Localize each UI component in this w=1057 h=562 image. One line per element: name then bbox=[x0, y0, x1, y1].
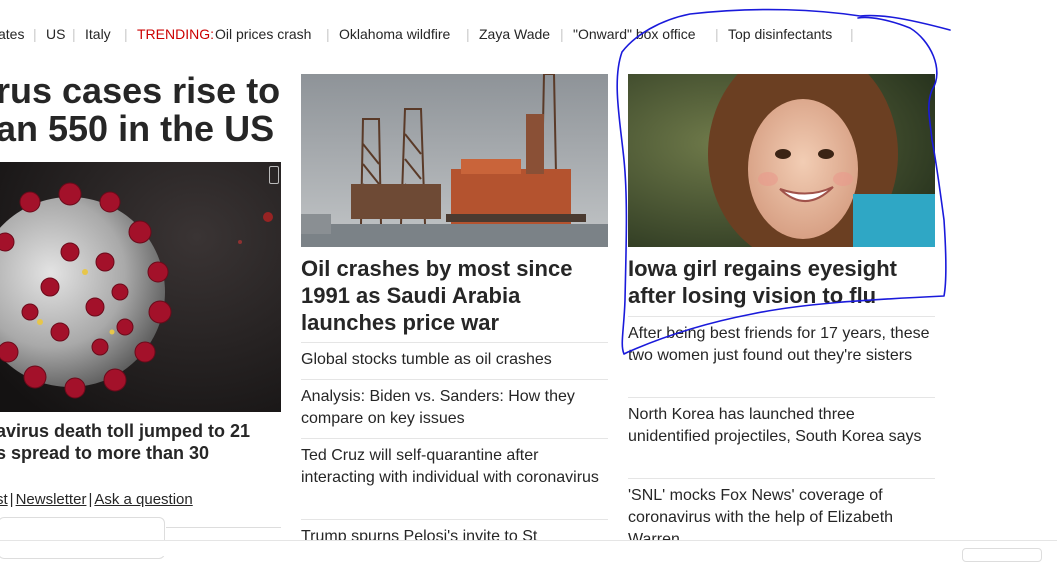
list-item[interactable]: Ted Cruz will self-quarantine after inte… bbox=[301, 438, 608, 489]
trending-item[interactable]: US bbox=[46, 26, 65, 42]
right-headline[interactable]: Iowa girl regains eyesight after losing … bbox=[628, 255, 928, 309]
middle-headline[interactable]: Oil crashes by most since 1991 as Saudi … bbox=[301, 255, 601, 336]
link-ask-a-question[interactable]: Ask a question bbox=[94, 491, 192, 508]
list-item[interactable]: Analysis: Biden vs. Sanders: How they co… bbox=[301, 379, 608, 430]
trending-item[interactable]: Top disinfectants bbox=[728, 26, 832, 42]
trending-item[interactable]: Italy bbox=[85, 26, 111, 42]
list-item[interactable]: North Korea has launched three unidentif… bbox=[628, 397, 935, 448]
oil-rig-illustration bbox=[301, 74, 608, 247]
separator: | bbox=[850, 26, 854, 42]
link-st[interactable]: st bbox=[0, 491, 8, 508]
lead-links: st|Newsletter|Ask a question bbox=[0, 491, 193, 508]
separator: | bbox=[715, 26, 719, 42]
list-item[interactable]: Global stocks tumble as oil crashes bbox=[301, 342, 608, 371]
lead-caption-line: avirus death toll jumped to 21 bbox=[0, 421, 251, 441]
separator: | bbox=[326, 26, 330, 42]
girl-illustration bbox=[628, 74, 935, 247]
bottom-button[interactable] bbox=[962, 548, 1042, 562]
trending-item[interactable]: ates bbox=[0, 26, 24, 42]
lead-headline-line: rus cases rise to bbox=[0, 70, 281, 111]
coronavirus-illustration bbox=[0, 162, 281, 412]
trending-bar: ates | US | Italy | TRENDING: Oil prices… bbox=[0, 24, 1057, 46]
separator: | bbox=[72, 26, 76, 42]
separator: | bbox=[33, 26, 37, 42]
link-newsletter[interactable]: Newsletter bbox=[16, 491, 87, 508]
coronavirus-image[interactable] bbox=[0, 162, 281, 412]
lead-caption-line: s spread to more than 30 bbox=[0, 443, 210, 463]
trending-item[interactable]: Zaya Wade bbox=[479, 26, 550, 42]
list-item[interactable]: After being best friends for 17 years, t… bbox=[628, 316, 935, 367]
bottom-bar bbox=[0, 540, 1057, 556]
girl-photo[interactable] bbox=[628, 74, 935, 247]
separator: | bbox=[560, 26, 564, 42]
list-item[interactable]: 'SNL' mocks Fox News' coverage of corona… bbox=[628, 478, 935, 543]
separator: | bbox=[124, 26, 128, 42]
cnn-badge-icon bbox=[269, 166, 279, 184]
trending-item[interactable]: "Onward" box office bbox=[573, 26, 696, 42]
lead-headline[interactable]: rus cases rise to an 550 in the US bbox=[0, 72, 286, 148]
trending-label: TRENDING: bbox=[137, 26, 214, 42]
oil-rig-image[interactable] bbox=[301, 74, 608, 247]
trending-item[interactable]: Oil prices crash bbox=[215, 26, 311, 42]
separator: | bbox=[9, 491, 14, 508]
trending-item[interactable]: Oklahoma wildfire bbox=[339, 26, 450, 42]
separator: | bbox=[88, 491, 93, 508]
lead-headline-line: an 550 in the US bbox=[0, 108, 275, 149]
divider bbox=[166, 527, 281, 528]
separator: | bbox=[466, 26, 470, 42]
lead-caption[interactable]: avirus death toll jumped to 21 s spread … bbox=[0, 420, 286, 464]
